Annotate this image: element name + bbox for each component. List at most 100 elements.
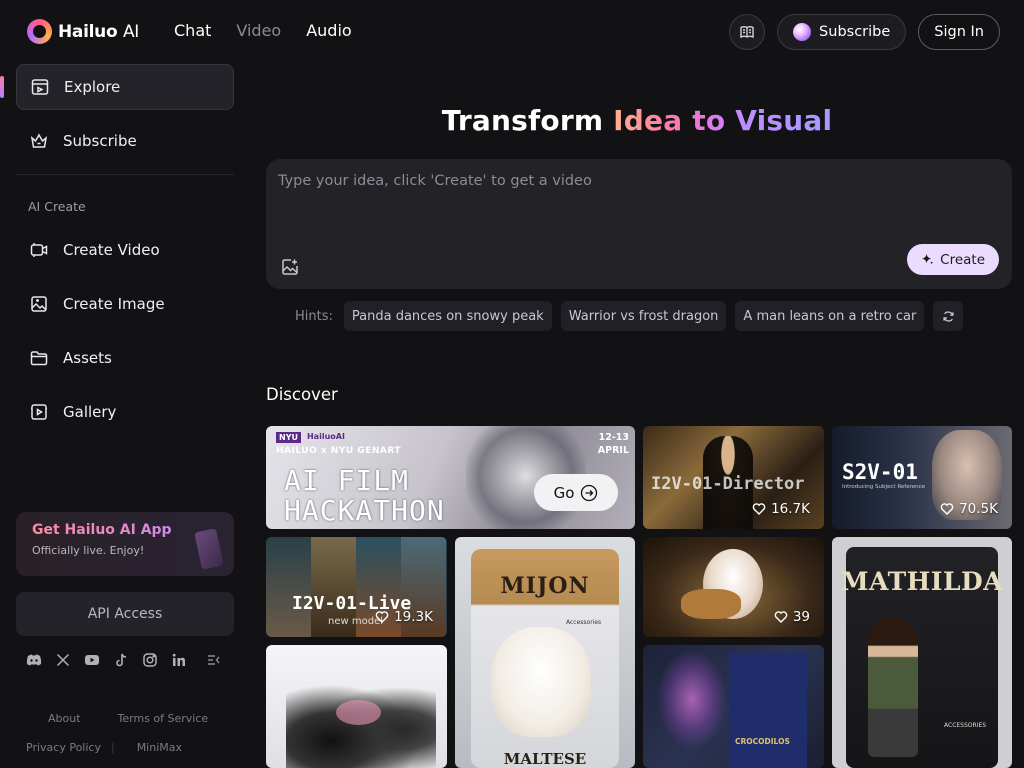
sidebar-item-label: Create Image [63,295,165,313]
brand-name: Hailuo AI [58,21,140,42]
likes-count: 16.7K [752,501,810,517]
hackathon-banner[interactable]: NYU HailuoAI HAILUO x NYU GENART AI FILM H… [266,426,635,529]
heart-icon [940,503,954,515]
sign-in-label: Sign In [934,24,984,40]
section-title-ai-create: AI Create [28,199,86,214]
sidebar-divider [16,174,234,175]
card-label: S2V-01 [842,460,918,484]
gem-icon [793,23,812,41]
banner-logos: NYU HailuoAI [276,432,345,443]
heart-icon [774,611,788,623]
card-title: MATHILDA [840,567,1004,596]
phone-icon [194,528,224,570]
arrow-circle-icon [581,484,598,501]
top-nav: Chat Video Audio [174,21,352,40]
sidebar-item-create-video[interactable]: Create Video [16,227,234,273]
image-card-ink[interactable] [266,645,447,768]
api-access-button[interactable]: API Access [16,592,234,636]
collapse-sidebar-icon[interactable] [206,652,222,668]
social-links [26,652,222,668]
sidebar-item-create-image[interactable]: Create Image [16,281,234,327]
footer-about-link[interactable]: About [48,712,81,725]
card-label: I2V-01-Director [651,474,805,494]
book-icon [740,26,754,39]
banner-date: 12-13 APRIL [597,432,629,456]
nav-video[interactable]: Video [236,21,281,40]
image-card-mijon[interactable]: MIJON Accessories MALTESE [455,537,635,768]
get-app-card[interactable]: Get Hailuo AI App Officially live. Enjoy… [16,512,234,576]
gallery-icon [31,404,47,420]
card-text: MALTESE [503,750,587,768]
hailuo-logo-icon [27,19,52,44]
hailuo-logo[interactable]: Hailuo AI [27,19,139,44]
footer-row: About Terms of Service [26,704,226,733]
video-card-s2v[interactable]: S2V-01 Introducing Subject Reference 70.… [832,426,1012,529]
sidebar-item-explore[interactable]: Explore [16,64,234,110]
footer-row: Privacy Policy | MiniMax [26,733,226,762]
sidebar-item-subscribe[interactable]: Subscribe [16,118,234,164]
card-image [266,537,311,637]
linkedin-icon[interactable] [171,652,187,668]
tiktok-icon[interactable] [113,652,129,668]
image-sparkle-icon [31,296,47,312]
footer-privacy-link[interactable]: Privacy Policy [26,741,101,754]
card-text: ACCESSORIES [944,722,987,729]
image-card-crocodile[interactable]: CROCODILOS [643,645,824,768]
likes-count: 39 [774,609,810,625]
go-button[interactable]: Go [534,474,618,511]
banner-subtitle: HAILUO x NYU GENART [276,446,401,456]
nav-chat[interactable]: Chat [174,21,211,40]
video-card-i2v-live[interactable]: I2V-01-Live new model 19.3K [266,537,447,637]
instagram-icon[interactable] [142,652,158,668]
discover-grid: NYU HailuoAI HAILUO x NYU GENART AI FILM H… [250,64,1024,768]
figure-image [868,617,918,757]
subscribe-button[interactable]: Subscribe [777,14,907,50]
discord-icon[interactable] [26,652,42,668]
smoke-image [657,649,727,749]
card-image [336,700,381,725]
guitar-image [681,589,741,619]
card-text: CROCODILOS [735,737,790,746]
x-twitter-icon[interactable] [55,652,71,668]
nav-audio[interactable]: Audio [306,21,351,40]
explore-icon [31,79,49,95]
video-card-hamster[interactable]: 39 [643,537,824,637]
guide-book-button[interactable] [729,14,766,50]
sidebar-item-assets[interactable]: Assets [16,335,234,381]
youtube-icon[interactable] [84,652,100,668]
folder-icon [30,351,48,366]
card-sublabel: Introducing Subject Reference [842,484,926,490]
image-card-mathilda[interactable]: MATHILDA ACCESSORIES [832,537,1012,768]
heart-icon [375,611,389,623]
app-card-subtitle: Officially live. Enjoy! [32,544,145,557]
sidebar-item-gallery[interactable]: Gallery [16,389,234,435]
sign-in-button[interactable]: Sign In [918,14,1000,50]
sidebar: Explore Subscribe AI Create Create Video… [0,64,250,768]
likes-count: 19.3K [375,609,433,625]
crown-icon [30,133,48,148]
footer-minimax-link[interactable]: MiniMax [137,741,182,754]
top-bar: Hailuo AI Chat Video Audio Subscribe Sig… [0,0,1024,64]
heart-icon [752,503,766,515]
sidebar-item-label: Subscribe [63,132,137,150]
active-indicator [0,76,4,98]
card-text: Accessories [566,619,602,626]
subscribe-label: Subscribe [819,24,891,40]
book-image [729,653,807,768]
sidebar-item-label: Assets [63,349,112,367]
video-card-director[interactable]: I2V-01-Director 16.7K [643,426,824,529]
video-camera-icon [30,243,48,257]
footer-links: About Terms of Service Privacy Policy | … [26,704,226,762]
go-label: Go [553,483,575,502]
footer-terms-link[interactable]: Terms of Service [118,712,209,725]
card-title: MIJON [500,573,590,599]
dog-toy-image [491,627,591,737]
header-actions: Subscribe Sign In [729,14,1000,50]
footer-separator: | [110,741,115,754]
sidebar-item-label: Explore [64,78,121,96]
sidebar-item-label: Create Video [63,241,160,259]
banner-title: AI FILM HACKATHON [284,464,445,527]
likes-count: 70.5K [940,501,998,517]
sidebar-item-label: Gallery [63,403,117,421]
app-card-title: Get Hailuo AI App [32,522,218,538]
